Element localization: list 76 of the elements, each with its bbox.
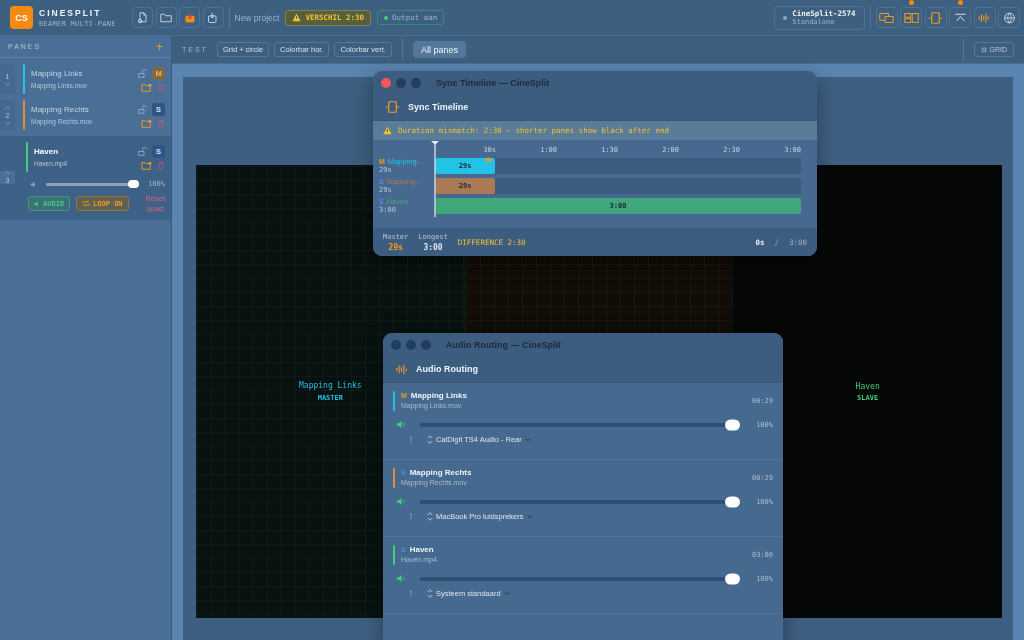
lock-open-icon[interactable] <box>138 104 147 114</box>
app-name: CINESPLIT <box>39 7 103 18</box>
waveform-icon <box>977 11 992 24</box>
export-button[interactable] <box>202 7 224 28</box>
film-icon <box>385 101 400 113</box>
crown-icon <box>485 156 493 163</box>
pane-name: Mapping Links <box>31 69 84 78</box>
globe-icon <box>1001 11 1017 24</box>
close-button[interactable] <box>381 77 391 88</box>
minimize-button[interactable] <box>406 339 416 350</box>
chevron-down-icon[interactable] <box>4 81 11 86</box>
chevron-down-icon[interactable] <box>4 120 11 125</box>
longest-duration: 3:00 <box>423 242 443 252</box>
timeline-view-button[interactable] <box>924 7 947 28</box>
folder-icon[interactable] <box>141 160 152 170</box>
app-logo: CS <box>10 6 33 29</box>
slider-thumb[interactable] <box>725 419 741 430</box>
audio-view-button[interactable] <box>973 7 996 28</box>
pane-name: Mapping Rechts <box>31 105 90 114</box>
project-name: New project <box>234 12 280 23</box>
caret-icon <box>503 591 510 596</box>
import-icon <box>183 11 196 24</box>
stage-pane-name: Haven <box>855 381 880 391</box>
chevron-up-icon <box>952 11 968 24</box>
volume-slider[interactable] <box>420 422 741 427</box>
volume-slider[interactable] <box>420 499 741 504</box>
stage-pane-name: Mapping Links <box>299 381 362 390</box>
speaker-icon[interactable] <box>396 574 408 583</box>
chevron-up-icon[interactable] <box>4 171 11 176</box>
grid-icon <box>980 46 987 53</box>
channel-name: Mapping Links <box>410 391 467 400</box>
import-button[interactable] <box>179 7 200 28</box>
lock-open-icon[interactable] <box>138 68 147 78</box>
playhead[interactable] <box>431 141 439 217</box>
caret-icon <box>526 514 533 519</box>
new-button[interactable] <box>132 7 153 28</box>
close-button[interactable] <box>391 339 401 350</box>
stepper-icon <box>427 589 433 598</box>
minimize-button[interactable] <box>396 77 406 88</box>
export-icon <box>207 11 219 24</box>
volume-slider[interactable] <box>420 576 741 581</box>
window-heading: Sync Timeline <box>408 102 469 112</box>
stepper-icon <box>427 512 433 521</box>
slider-thumb[interactable] <box>725 573 741 584</box>
waveform-icon <box>395 363 408 375</box>
lock-open-icon[interactable] <box>138 146 147 156</box>
displays-view-button[interactable] <box>875 7 898 28</box>
open-button[interactable] <box>155 7 177 28</box>
window-title: Sync Timeline — CineSplit <box>436 77 550 88</box>
zoom-button[interactable] <box>411 77 421 88</box>
caret-icon <box>524 437 531 442</box>
speaker-icon <box>30 180 37 188</box>
folder-icon[interactable] <box>141 82 152 92</box>
new-file-icon <box>136 11 149 24</box>
master-duration: 29s <box>388 242 403 252</box>
all-panes-button[interactable]: All panes <box>412 41 466 58</box>
globe-view-button[interactable] <box>998 7 1020 28</box>
zoom-button[interactable] <box>421 339 431 350</box>
warning-icon <box>292 13 302 22</box>
chevron-up-icon[interactable] <box>4 105 11 110</box>
volume-slider[interactable] <box>46 182 140 186</box>
slider-thumb[interactable] <box>725 496 741 507</box>
channel-name: Haven <box>409 545 434 554</box>
folder-icon[interactable] <box>141 118 152 128</box>
layout-icon <box>903 11 919 24</box>
slider-thumb[interactable] <box>128 180 140 188</box>
loop-icon <box>82 200 91 208</box>
stepper-icon <box>427 435 433 444</box>
monitors-icon <box>879 11 894 24</box>
folder-icon <box>160 11 172 24</box>
speaker-icon <box>34 200 40 207</box>
pane-name: Haven <box>34 147 59 156</box>
speaker-icon[interactable] <box>396 420 408 429</box>
film-icon <box>928 11 943 24</box>
speaker-icon[interactable] <box>396 497 408 506</box>
warning-icon <box>383 126 392 135</box>
